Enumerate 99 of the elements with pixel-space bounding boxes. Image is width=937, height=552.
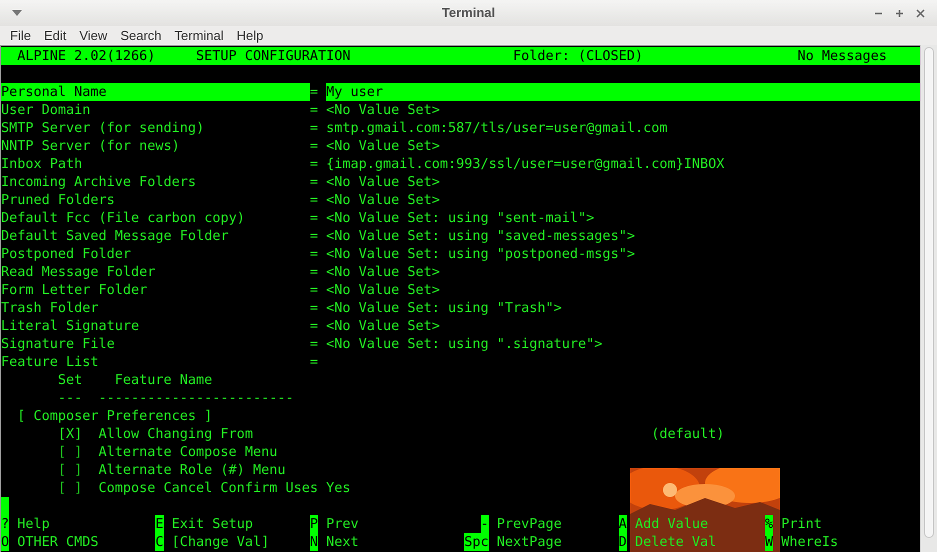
text-cursor: [1, 497, 10, 515]
screen-title: SETUP CONFIGURATION: [196, 47, 352, 65]
setting-value: <No Value Set: using "postponed-msgs">: [326, 245, 635, 263]
setting-value: smtp.gmail.com:587/tls/user=user@gmail.com: [326, 119, 668, 137]
menu-item[interactable]: Help: [230, 26, 270, 46]
menu-item[interactable]: Search: [114, 26, 168, 46]
setting-label[interactable]: Form Letter Folder: [1, 281, 310, 299]
shortcut-key[interactable]: N: [310, 533, 318, 551]
equals-sign: =: [310, 281, 319, 299]
window-title: Terminal: [442, 4, 496, 22]
column-header: Set: [58, 371, 84, 389]
header-rule: ---: [58, 389, 84, 407]
setting-value: <No Value Set: using ".signature">: [326, 335, 602, 353]
setting-label[interactable]: Pruned Folders: [1, 191, 310, 209]
command-label[interactable]: PrevPage: [496, 515, 562, 533]
command-label[interactable]: Prev: [326, 515, 359, 533]
command-label[interactable]: WhereIs: [781, 533, 838, 551]
message-status: No Messages: [797, 47, 887, 65]
shortcut-key[interactable]: D: [618, 533, 627, 551]
equals-sign: =: [310, 263, 319, 281]
setting-label[interactable]: Literal Signature: [1, 317, 310, 335]
shortcut-key[interactable]: A: [618, 515, 627, 533]
setting-value: <No Value Set>: [326, 137, 440, 155]
setting-value: <No Value Set: using "Trash">: [326, 299, 562, 317]
command-label[interactable]: NextPage: [496, 533, 562, 551]
menu-item[interactable]: View: [73, 26, 114, 46]
window-menu-icon[interactable]: [12, 10, 22, 16]
shortcut-key[interactable]: -: [480, 515, 489, 533]
shortcut-key[interactable]: C: [155, 533, 164, 551]
equals-sign: =: [310, 101, 319, 119]
setting-value: My user: [326, 83, 920, 101]
setting-label[interactable]: NNTP Server (for news): [1, 137, 310, 155]
equals-sign: =: [310, 119, 319, 137]
equals-sign: =: [310, 299, 319, 317]
feature-name: Alternate Compose Menu: [98, 443, 278, 461]
setting-value: <No Value Set>: [326, 281, 440, 299]
command-label[interactable]: Add Value: [634, 515, 708, 533]
setting-value: <No Value Set>: [326, 317, 440, 335]
header-rule: ------------------------: [98, 389, 294, 407]
shortcut-key[interactable]: O: [0, 533, 10, 551]
shortcut-key[interactable]: P: [310, 515, 318, 533]
shortcut-key[interactable]: ?: [0, 515, 10, 533]
setting-label[interactable]: Read Message Folder: [1, 263, 310, 281]
feature-checkbox[interactable]: [ ]: [58, 479, 99, 497]
feature-name: Alternate Role (#) Menu: [98, 461, 286, 479]
feature-name: Allow Changing From: [98, 425, 254, 443]
equals-sign: =: [310, 155, 319, 173]
setting-value: <No Value Set>: [326, 173, 440, 191]
menu-item[interactable]: Edit: [38, 26, 72, 46]
setting-label[interactable]: Feature List: [1, 353, 310, 371]
command-label[interactable]: Next: [326, 533, 359, 551]
setting-value: <No Value Set>: [326, 263, 440, 281]
setting-label[interactable]: Postponed Folder: [1, 245, 310, 263]
equals-sign: =: [310, 173, 319, 191]
setting-label[interactable]: Default Fcc (File carbon copy): [1, 209, 310, 227]
command-label[interactable]: Exit Setup: [172, 515, 253, 533]
setting-value: <No Value Set: using "sent-mail">: [326, 209, 594, 227]
setting-label[interactable]: Signature File: [1, 335, 310, 353]
app-version: ALPINE 2.02(1266): [17, 47, 156, 65]
shortcut-key[interactable]: Spc: [464, 533, 489, 551]
setting-value: <No Value Set: using "saved-messages">: [326, 227, 635, 245]
shortcut-key[interactable]: E: [155, 515, 164, 533]
setting-label[interactable]: SMTP Server (for sending): [1, 119, 310, 137]
equals-sign: =: [310, 209, 319, 227]
equals-sign: =: [310, 245, 319, 263]
setting-label[interactable]: Incoming Archive Folders: [1, 173, 310, 191]
default-note: (default): [651, 425, 724, 443]
menu-item[interactable]: File: [4, 26, 37, 46]
setting-value: <No Value Set>: [326, 191, 440, 209]
maximize-icon[interactable]: [895, 8, 904, 18]
setting-value: <No Value Set>: [326, 101, 440, 119]
equals-sign: =: [310, 317, 319, 335]
setting-label[interactable]: Inbox Path: [1, 155, 310, 173]
equals-sign: =: [310, 137, 319, 155]
close-icon[interactable]: [916, 8, 925, 18]
setting-label[interactable]: User Domain: [1, 101, 310, 119]
feature-name: Compose Cancel Confirm Uses Yes: [98, 479, 352, 497]
folder-status: Folder: (CLOSED): [513, 47, 644, 65]
equals-sign: =: [310, 227, 319, 245]
equals-sign: =: [310, 191, 319, 209]
equals-sign: =: [310, 83, 319, 101]
equals-sign: =: [310, 353, 318, 371]
menu-item[interactable]: Terminal: [168, 26, 230, 46]
feature-checkbox[interactable]: [ ]: [58, 443, 99, 461]
scrollbar[interactable]: [920, 45, 937, 552]
command-label[interactable]: [Change Val]: [172, 533, 270, 551]
equals-sign: =: [310, 335, 319, 353]
command-label[interactable]: OTHER CMDS: [17, 533, 99, 551]
feature-checkbox[interactable]: [ ]: [58, 461, 99, 479]
section-heading: [ Composer Preferences ]: [17, 407, 212, 425]
feature-checkbox[interactable]: [X]: [58, 425, 99, 443]
setting-label[interactable]: Trash Folder: [1, 299, 310, 317]
command-label[interactable]: Help: [17, 515, 50, 533]
column-header: Feature Name: [114, 371, 212, 389]
setting-label[interactable]: Default Saved Message Folder: [1, 227, 310, 245]
command-label[interactable]: Print: [781, 515, 822, 533]
command-label[interactable]: Delete Val: [634, 533, 716, 551]
setting-value: {imap.gmail.com:993/ssl/user=user@gmail.com}INBOX: [326, 155, 724, 173]
setting-label[interactable]: Personal Name: [1, 83, 310, 101]
